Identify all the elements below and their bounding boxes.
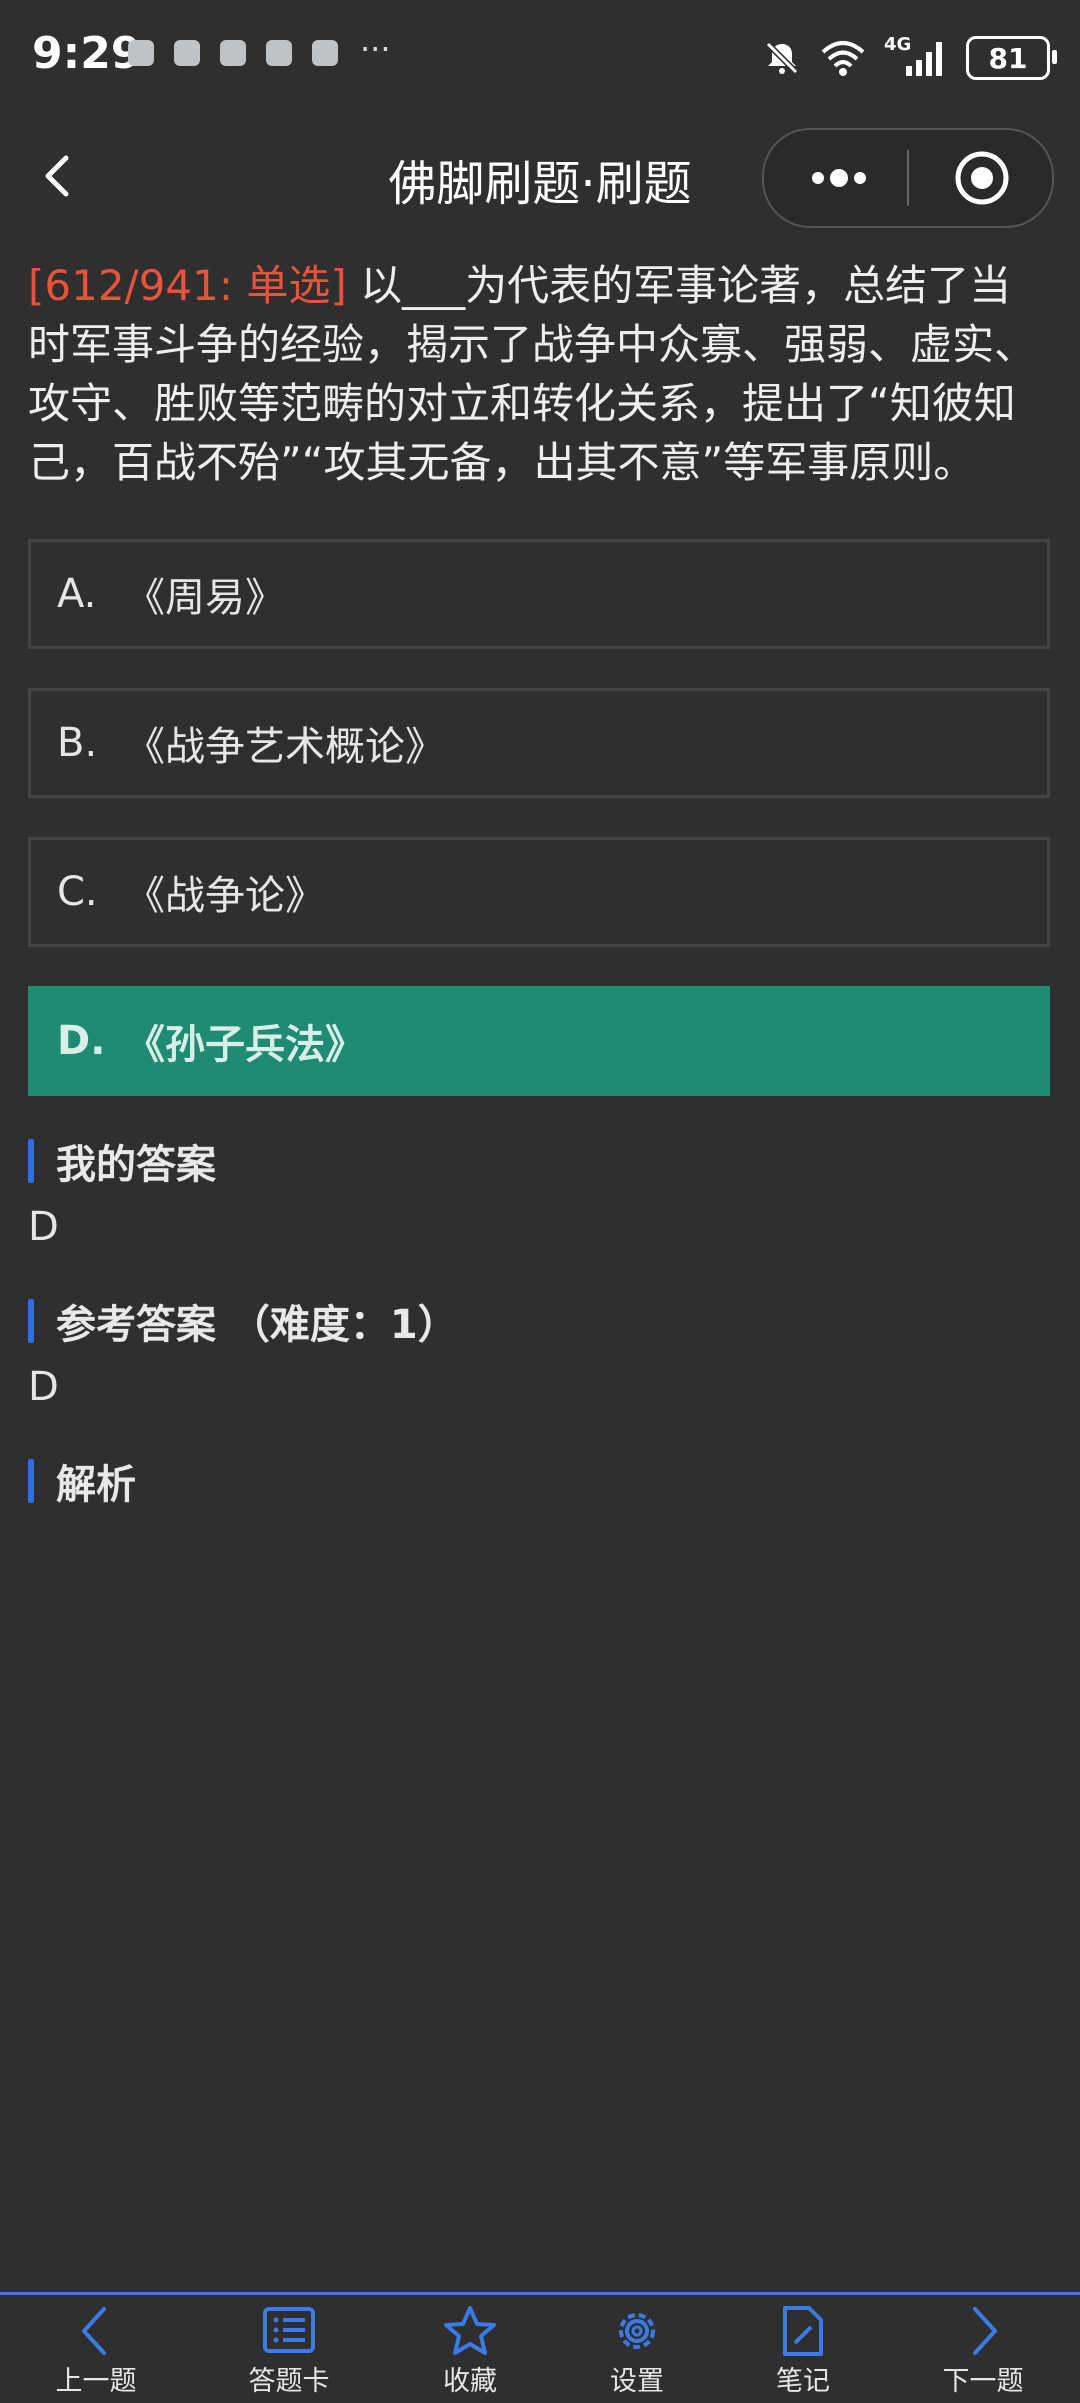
my-answer-title: 我的答案 [56,1142,216,1188]
app-notification-icon [128,40,154,66]
system-status: 4G 81 [762,30,1057,86]
option-letter: D. [57,1018,106,1064]
reference-answer-title: 参考答案 （难度：1） [56,1302,458,1348]
more-menu-button[interactable] [804,150,874,206]
wifi-icon [821,41,865,76]
prev-question-label: 上一题 [55,2366,137,2397]
cellular-signal-icon: 4G [884,34,948,78]
question-tag: [612/941: 单选] [28,261,347,310]
analysis-heading: 解析 [28,1458,136,1508]
option-a[interactable]: A. 《周易》 [28,539,1050,649]
list-icon [263,2307,315,2353]
app-notification-icon [266,40,292,66]
gear-icon [619,2313,655,2349]
notes-label: 笔记 [776,2366,830,2397]
section-accent-bar [28,1299,34,1343]
notes-button[interactable]: 笔记 [723,2305,883,2398]
bell-muted-icon [765,41,799,75]
next-question-label: 下一题 [942,2366,1024,2397]
question-text: [612/941: 单选] 以___为代表的军事论著，总结了当时军事斗争的经验，… [28,256,1052,492]
analysis-title: 解析 [56,1462,136,1508]
bottom-toolbar: 上一题 答题卡 收藏 设置 笔记 下一题 [0,2292,1080,2403]
more-dots-icon [812,169,866,187]
favorite-button[interactable]: 收藏 [390,2305,550,2398]
battery-icon: 81 [966,36,1057,80]
chevron-left-icon [82,2307,106,2355]
section-accent-bar [28,1459,34,1503]
app-notification-icon [220,40,246,66]
reference-answer-heading: 参考答案 （难度：1） [28,1298,458,1348]
answer-card-button[interactable]: 答题卡 [209,2305,369,2398]
option-c[interactable]: C. 《战争论》 [28,837,1050,947]
option-text: 《周易》 [125,575,285,621]
option-text: 《战争艺术概论》 [125,724,445,770]
option-letter: B. [57,720,98,766]
battery-level: 81 [988,41,1028,75]
option-letter: C. [57,869,98,915]
settings-label: 设置 [610,2366,664,2397]
notification-icons [128,40,338,66]
next-question-button[interactable]: 下一题 [903,2305,1063,2398]
section-accent-bar [28,1139,34,1183]
app-notification-icon [312,40,338,66]
close-miniprogram-button[interactable] [952,148,1012,208]
option-text: 《战争论》 [125,873,325,919]
nav-bar: 佛脚刷题·刷题 [0,116,1080,236]
capsule-divider [907,150,909,206]
settings-button[interactable]: 设置 [557,2305,717,2398]
status-time: 9:29 [32,28,142,79]
option-d[interactable]: D. 《孙子兵法》 [28,986,1050,1096]
my-answer-heading: 我的答案 [28,1138,216,1188]
prev-question-button[interactable]: 上一题 [16,2305,176,2398]
reference-answer-value: D [28,1364,59,1410]
chevron-right-icon [973,2307,997,2355]
star-icon [444,2306,496,2355]
more-notifications-icon: ··· [360,30,391,68]
favorite-label: 收藏 [443,2366,497,2397]
status-bar: 9:29 ··· 4G 81 [0,0,1080,116]
target-circle-icon [955,151,1009,205]
option-b[interactable]: B. 《战争艺术概论》 [28,688,1050,798]
miniprogram-capsule [762,128,1054,228]
answer-card-label: 答题卡 [248,2366,330,2397]
option-text: 《孙子兵法》 [125,1022,365,1068]
option-letter: A. [57,571,97,617]
app-notification-icon [174,40,200,66]
note-edit-icon [783,2306,823,2356]
my-answer-value: D [28,1204,59,1250]
